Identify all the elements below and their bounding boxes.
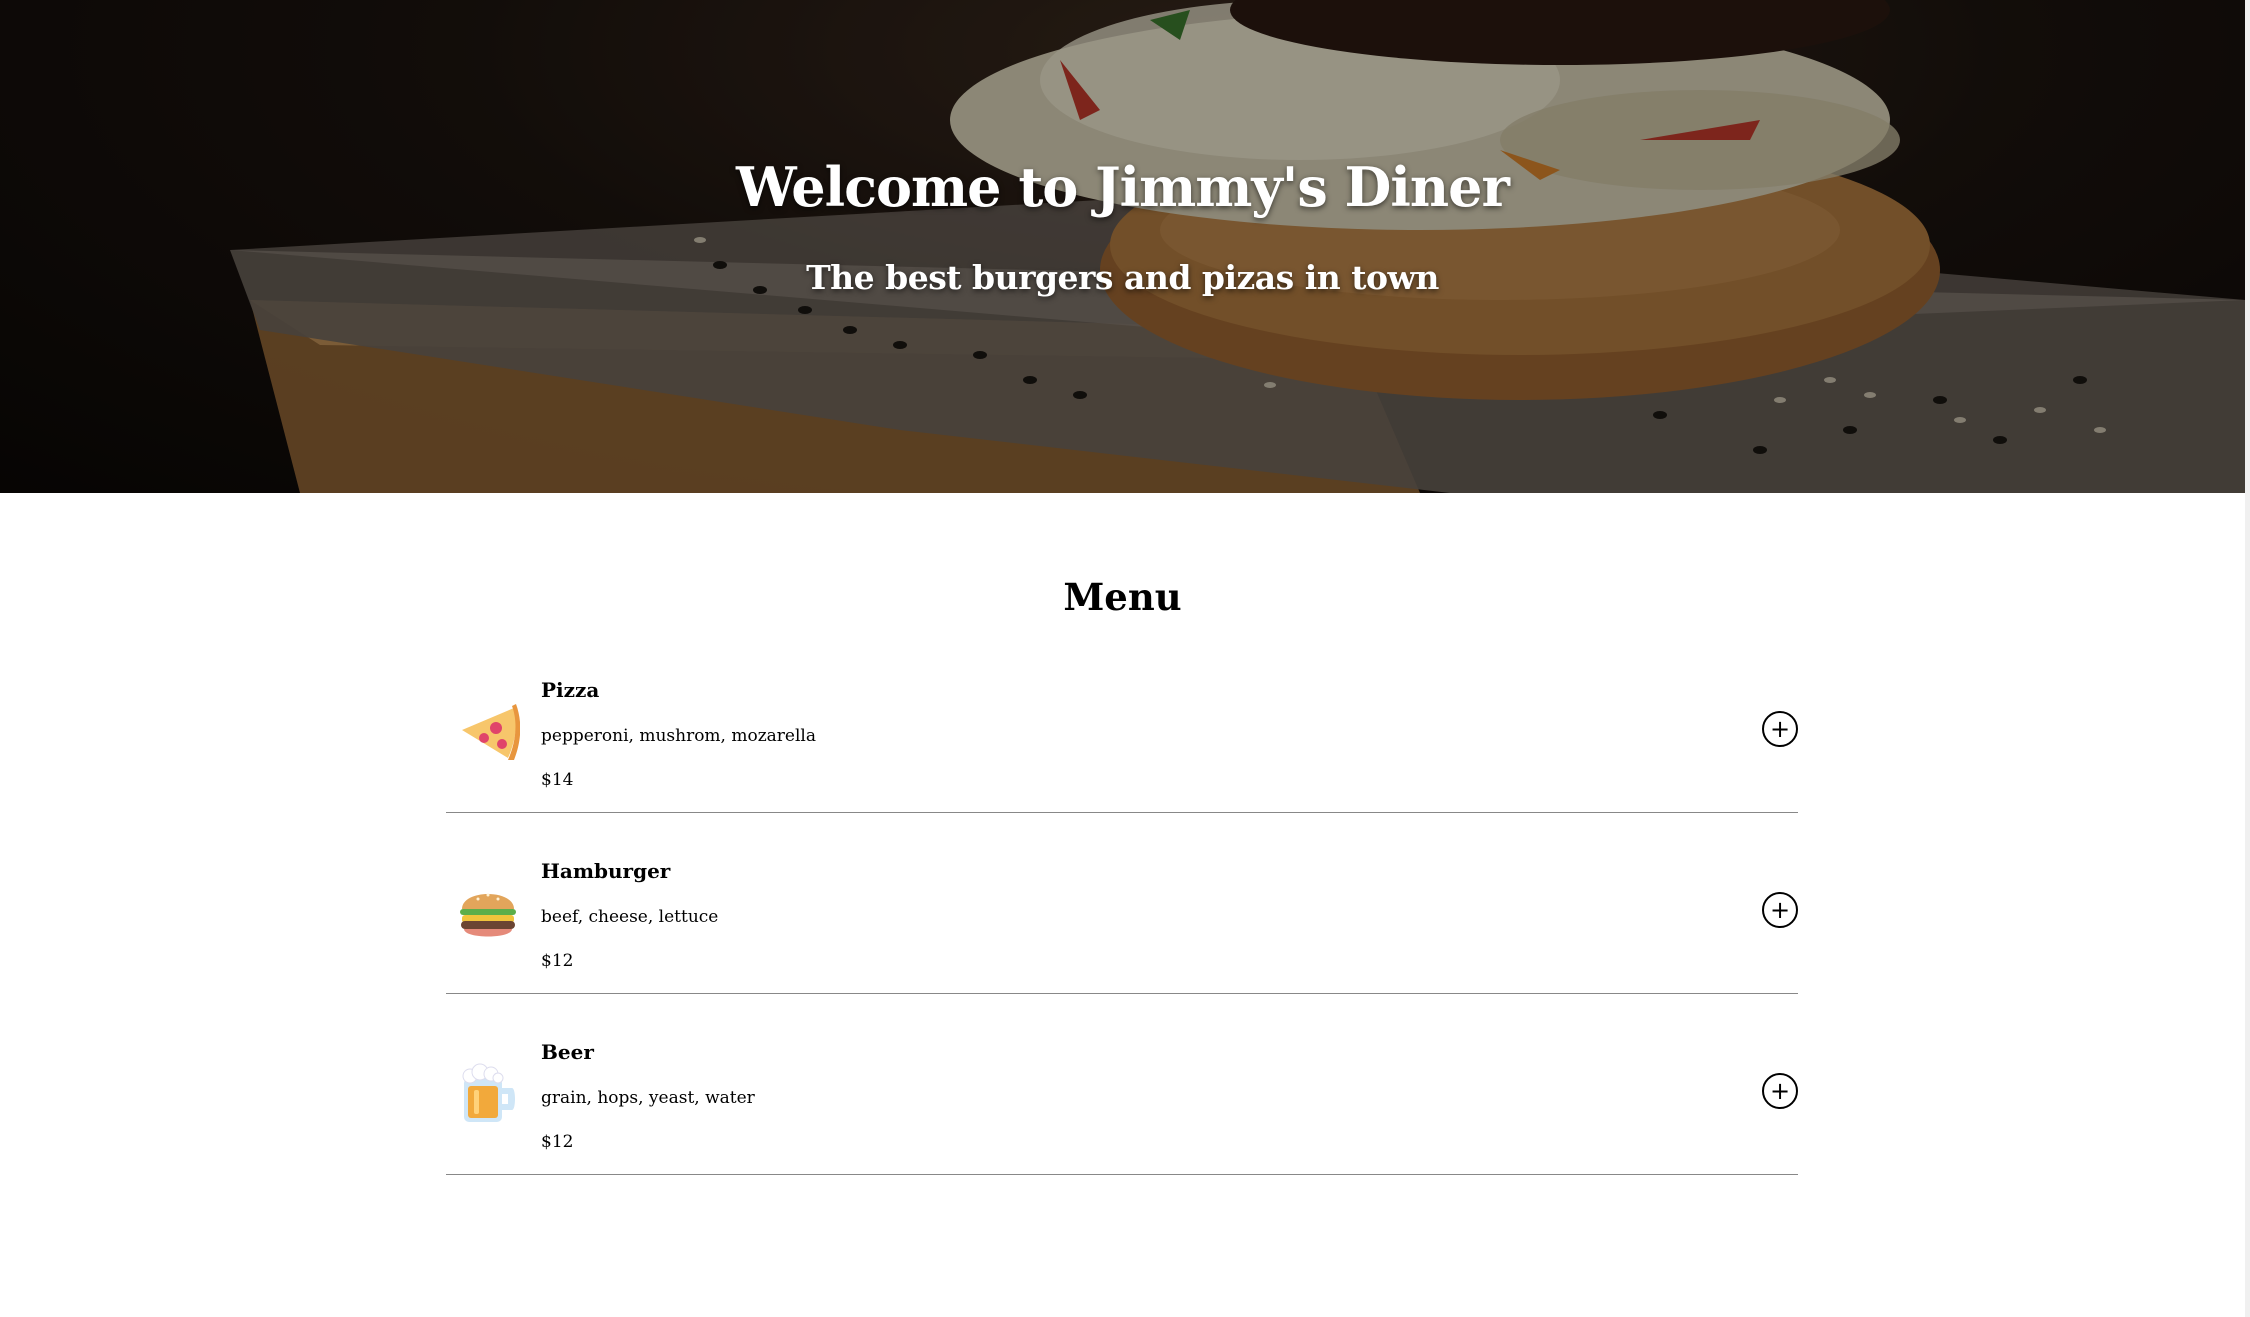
menu-title: Menu <box>1063 575 1182 619</box>
menu-item-ingredients: pepperoni, mushrom, mozarella <box>541 726 816 746</box>
menu-item-name: Pizza <box>541 678 600 702</box>
beer-icon <box>456 1062 520 1126</box>
hero-overlay <box>0 0 2245 493</box>
menu-item-ingredients: beef, cheese, lettuce <box>541 907 719 927</box>
menu-item-price: $12 <box>541 951 574 971</box>
add-hamburger-button[interactable]: + <box>1762 892 1798 928</box>
menu-item-price: $12 <box>541 1132 574 1152</box>
menu-item-price: $14 <box>541 770 574 790</box>
hero-subtitle: The best burgers and pizas in town <box>806 258 1439 297</box>
menu-item-name: Beer <box>541 1040 594 1064</box>
hero-banner: Welcome to Jimmy's Diner The best burger… <box>0 0 2245 493</box>
menu-item-pizza: Pizza pepperoni, mushrom, mozarella $14 … <box>446 660 1798 813</box>
menu-item-name: Hamburger <box>541 859 671 883</box>
menu-item-beer: Beer grain, hops, yeast, water $12 + <box>446 1022 1798 1175</box>
menu-list: Pizza pepperoni, mushrom, mozarella $14 … <box>446 660 1798 1203</box>
hero-title: Welcome to Jimmy's Diner <box>736 155 1510 219</box>
menu-item-ingredients: grain, hops, yeast, water <box>541 1088 755 1108</box>
menu-item-hamburger: Hamburger beef, cheese, lettuce $12 + <box>446 841 1798 994</box>
hamburger-icon <box>456 881 520 945</box>
scrollbar[interactable] <box>2245 0 2250 1317</box>
add-pizza-button[interactable]: + <box>1762 711 1798 747</box>
pizza-icon <box>456 700 521 764</box>
add-beer-button[interactable]: + <box>1762 1073 1798 1109</box>
